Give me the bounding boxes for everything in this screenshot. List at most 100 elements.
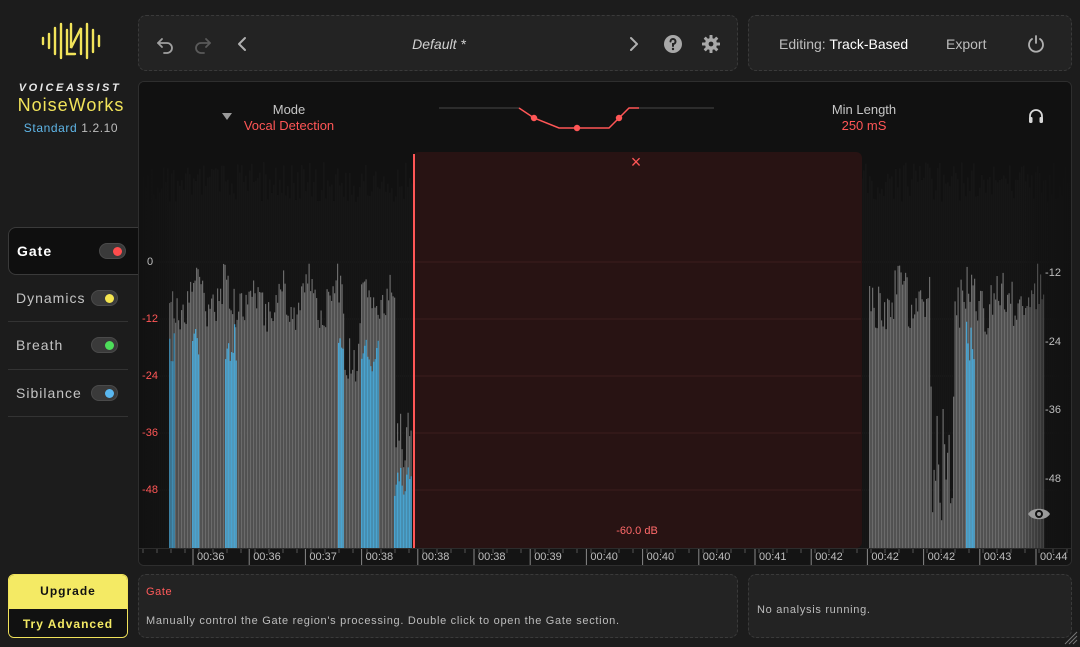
- waveform-bar: [905, 272, 907, 548]
- waveform-bar: [349, 338, 351, 548]
- breath-toggle[interactable]: [91, 337, 118, 354]
- waveform-bar: [319, 327, 321, 548]
- waveform-bar: [235, 360, 237, 548]
- waveform-bar: [942, 409, 944, 548]
- waveform-bar: [221, 304, 223, 548]
- sibilance-toggle[interactable]: [91, 384, 118, 401]
- waveform-bar: [253, 280, 255, 548]
- waveform-bar: [339, 338, 341, 548]
- min-length-value[interactable]: 250 mS: [809, 118, 919, 133]
- db-label-left: -12: [142, 313, 158, 325]
- waveform-bar: [311, 279, 313, 548]
- nav-item-breath[interactable]: Breath: [8, 322, 128, 370]
- waveform-bar: [223, 263, 225, 548]
- timeline-label: 00:42: [927, 551, 956, 563]
- timeline-label: 00:39: [534, 551, 562, 563]
- waveform-bar: [203, 292, 205, 548]
- waveform-bar: [205, 311, 207, 548]
- undo-icon[interactable]: [155, 34, 175, 54]
- try-advanced-button[interactable]: Try Advanced: [9, 607, 127, 637]
- waveform-bar: [370, 366, 372, 548]
- waveform-bar: [977, 320, 979, 548]
- waveform-bar: [364, 345, 366, 548]
- waveform-bar: [328, 291, 330, 548]
- help-icon[interactable]: [663, 34, 683, 54]
- waveform-bar: [257, 287, 259, 548]
- waveform-bar: [292, 319, 294, 548]
- waveform-bar: [903, 280, 905, 548]
- waveform-bar: [350, 373, 352, 548]
- chevron-right-icon[interactable]: [623, 34, 643, 54]
- waveform-bar: [274, 312, 276, 548]
- waveform-bar: [930, 386, 932, 548]
- waveform-bar: [1013, 325, 1015, 548]
- redo-icon[interactable]: [193, 34, 213, 54]
- waveform-bar: [956, 315, 958, 548]
- waveform-bar: [181, 310, 183, 548]
- waveform-bar: [225, 359, 227, 548]
- waveform-bar: [329, 295, 331, 548]
- waveform-editor[interactable]: Mode Vocal Detection Min Length 250 mS ×…: [138, 81, 1072, 566]
- tier-label: Standard: [23, 121, 78, 135]
- waveform-bar: [211, 298, 213, 548]
- waveform-bar: [395, 484, 397, 548]
- waveform-bar: [371, 371, 373, 548]
- waveform-bar: [941, 520, 943, 548]
- waveform-bar: [317, 319, 319, 548]
- waveform-bar: [283, 270, 285, 548]
- waveform-bar: [975, 311, 977, 548]
- chevron-left-icon[interactable]: [233, 34, 253, 54]
- waveform-bar: [385, 315, 387, 548]
- waveform-display[interactable]: [139, 82, 1072, 548]
- waveform-bar: [232, 352, 234, 548]
- waveform-bar: [368, 359, 370, 548]
- waveform-bar: [238, 311, 240, 548]
- eye-icon[interactable]: [1027, 506, 1051, 522]
- waveform-bar: [1017, 303, 1019, 548]
- curve-node[interactable]: [573, 124, 581, 132]
- waveform-bar: [226, 348, 228, 548]
- upgrade-button[interactable]: Upgrade: [9, 575, 127, 607]
- nav-item-sibilance[interactable]: Sibilance: [8, 370, 128, 417]
- nav-item-dynamics[interactable]: Dynamics: [8, 275, 128, 322]
- help-text: Manually control the Gate region's proce…: [146, 615, 620, 627]
- waveform-bar: [963, 301, 965, 548]
- mode-selector[interactable]: Vocal Detection: [219, 118, 359, 133]
- curve-node[interactable]: [530, 114, 538, 122]
- timeline-label: 00:44: [1040, 551, 1068, 563]
- preset-name[interactable]: Default *: [369, 36, 509, 52]
- waveform-bar: [865, 163, 867, 548]
- db-label-left: 0: [146, 256, 154, 268]
- gate-toggle[interactable]: [99, 242, 126, 259]
- waveform-bar: [361, 358, 363, 548]
- waveform-bar: [914, 314, 916, 548]
- headphones-icon[interactable]: [1027, 107, 1045, 125]
- waveform-bar: [941, 201, 943, 548]
- waveform-bar: [935, 480, 937, 548]
- timeline-ruler[interactable]: 00:36 00:36 00:37 00:38 00:38 00:38 00:39 00:40…: [139, 548, 1071, 565]
- resize-grip-icon[interactable]: [1062, 629, 1078, 645]
- gate-curve-widget[interactable]: [439, 107, 714, 132]
- editing-mode-selector[interactable]: Editing: Track-Based: [779, 36, 908, 52]
- waveform-bar: [983, 308, 985, 548]
- waveform-bar: [278, 283, 280, 548]
- power-icon[interactable]: [1026, 34, 1046, 54]
- export-button[interactable]: Export: [946, 36, 986, 52]
- toggle-indicator: [105, 388, 114, 398]
- nav-item-gate[interactable]: Gate: [8, 227, 138, 275]
- waveform-bar: [1014, 315, 1016, 548]
- nav-item-label: Gate: [17, 242, 53, 259]
- waveform-bar: [900, 272, 902, 548]
- gate-close-icon[interactable]: ×: [629, 153, 643, 171]
- curve-node[interactable]: [615, 114, 623, 122]
- waveform-bar: [193, 333, 195, 548]
- waveform-bar: [885, 329, 887, 548]
- dynamics-toggle[interactable]: [91, 289, 118, 306]
- waveform-bar: [256, 308, 258, 548]
- timeline-label: 00:38: [421, 551, 450, 563]
- db-label-right: -12: [1045, 267, 1061, 279]
- gate-region[interactable]: [413, 152, 862, 548]
- waveform-bar: [190, 281, 192, 548]
- status-panel: No analysis running.: [748, 574, 1072, 638]
- gear-icon[interactable]: [701, 34, 721, 54]
